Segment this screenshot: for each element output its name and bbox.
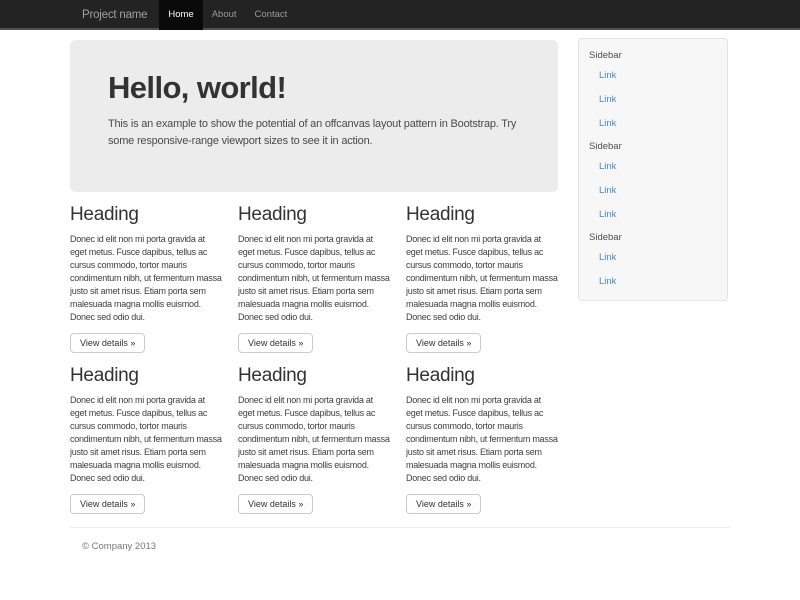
card-heading: Heading [70, 365, 222, 387]
card-body: Donec id elit non mi porta gravida at eg… [238, 394, 390, 485]
card: Heading Donec id elit non mi porta gravi… [406, 204, 558, 353]
card: Heading Donec id elit non mi porta gravi… [238, 204, 390, 353]
copyright-text: © Company 2013 [70, 528, 730, 552]
card: Heading Donec id elit non mi porta gravi… [238, 365, 390, 514]
card-body: Donec id elit non mi porta gravida at eg… [406, 394, 558, 485]
view-details-button[interactable]: View details » [406, 494, 481, 514]
card: Heading Donec id elit non mi porta gravi… [70, 204, 222, 353]
footer: © Company 2013 [70, 528, 730, 552]
brand-link[interactable]: Project name [70, 0, 159, 30]
content-row: Hello, world! This is an example to show… [70, 30, 730, 514]
card-body: Donec id elit non mi porta gravida at eg… [406, 233, 558, 324]
nav-item-about: About [203, 0, 246, 30]
view-details-button[interactable]: View details » [238, 333, 313, 353]
sidebar-group-header: Sidebar [579, 227, 727, 246]
cards-row-1: Heading Donec id elit non mi porta gravi… [70, 204, 558, 353]
sidebar-link[interactable]: Link [579, 179, 727, 203]
navbar-container: Project name Home About Contact [70, 0, 730, 30]
card-body: Donec id elit non mi porta gravida at eg… [70, 233, 222, 324]
sidebar-link[interactable]: Link [579, 155, 727, 179]
top-navbar: Project name Home About Contact [0, 0, 800, 30]
nav-link-home[interactable]: Home [159, 0, 202, 30]
page-subtitle: This is an example to show the potential… [108, 116, 520, 150]
card-heading: Heading [406, 365, 558, 387]
navbar-menu: Home About Contact [159, 0, 296, 30]
page-title: Hello, world! [108, 70, 520, 106]
nav-item-contact: Contact [246, 0, 297, 30]
page-container: Hello, world! This is an example to show… [70, 30, 730, 552]
view-details-button[interactable]: View details » [406, 333, 481, 353]
view-details-button[interactable]: View details » [70, 494, 145, 514]
card: Heading Donec id elit non mi porta gravi… [70, 365, 222, 514]
sidebar-panel: Sidebar Link Link Link Sidebar Link Link… [578, 38, 728, 301]
sidebar-link[interactable]: Link [579, 112, 727, 136]
cards-row-2: Heading Donec id elit non mi porta gravi… [70, 365, 558, 514]
nav-link-contact[interactable]: Contact [246, 0, 297, 30]
card-heading: Heading [70, 204, 222, 226]
main-content: Hello, world! This is an example to show… [70, 30, 558, 514]
nav-item-home: Home [159, 0, 202, 30]
card-heading: Heading [406, 204, 558, 226]
sidebar-link[interactable]: Link [579, 270, 727, 294]
sidebar-group-header: Sidebar [579, 136, 727, 155]
card-body: Donec id elit non mi porta gravida at eg… [70, 394, 222, 485]
view-details-button[interactable]: View details » [70, 333, 145, 353]
sidebar-link[interactable]: Link [579, 88, 727, 112]
card: Heading Donec id elit non mi porta gravi… [406, 365, 558, 514]
card-heading: Heading [238, 204, 390, 226]
view-details-button[interactable]: View details » [238, 494, 313, 514]
sidebar: Sidebar Link Link Link Sidebar Link Link… [578, 30, 728, 301]
sidebar-link[interactable]: Link [579, 203, 727, 227]
jumbotron: Hello, world! This is an example to show… [70, 40, 558, 192]
sidebar-group-header: Sidebar [579, 45, 727, 64]
nav-link-about[interactable]: About [203, 0, 246, 30]
sidebar-link[interactable]: Link [579, 64, 727, 88]
sidebar-link[interactable]: Link [579, 246, 727, 270]
card-body: Donec id elit non mi porta gravida at eg… [238, 233, 390, 324]
card-heading: Heading [238, 365, 390, 387]
